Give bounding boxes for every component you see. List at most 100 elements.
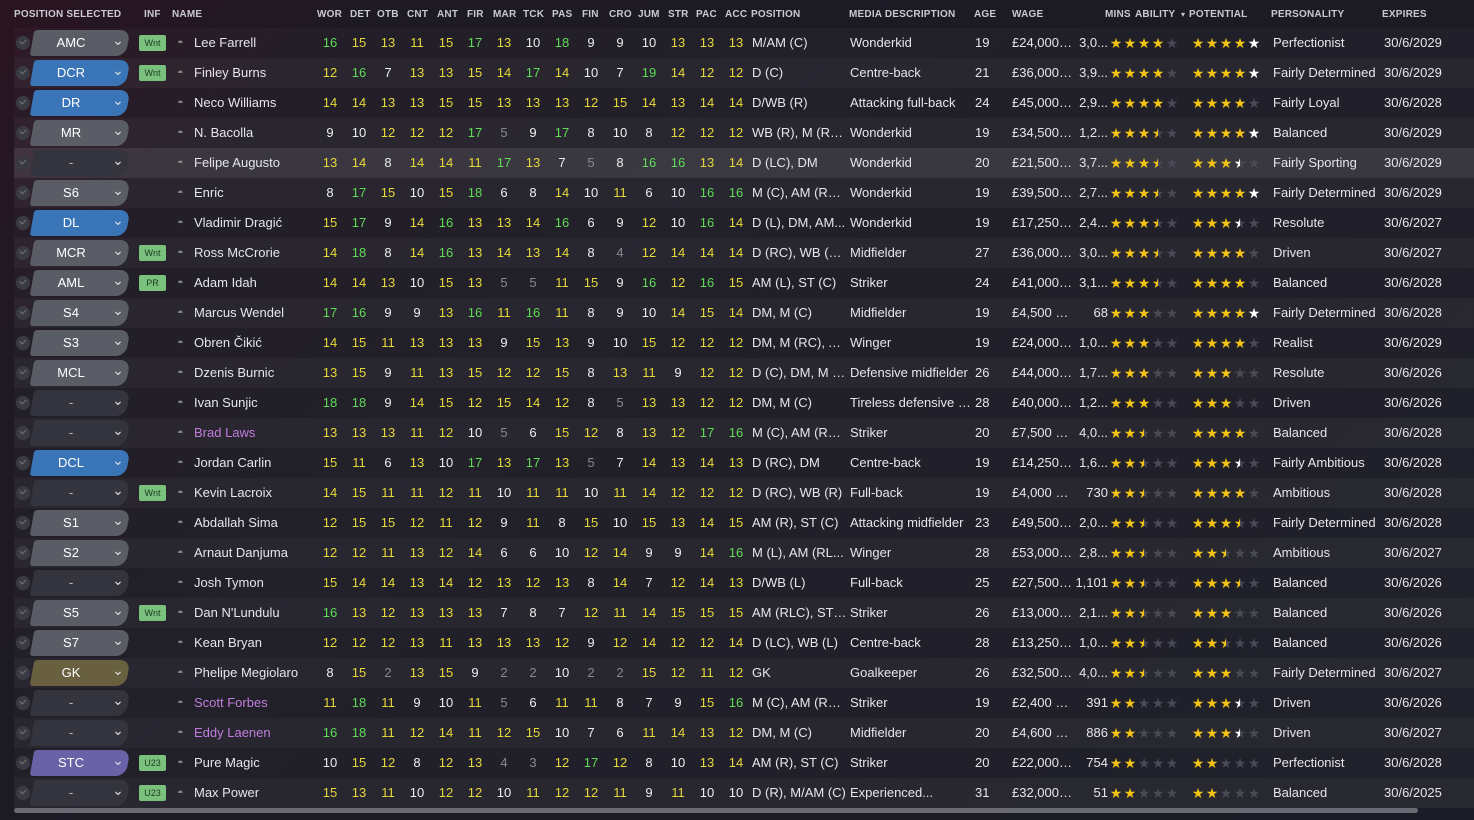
table-row[interactable]: GK ⌄ ◓ Phelipe Megiolaro 8 15 2 13 15 9 2 2 10 2 2 15 12… — [14, 658, 1474, 688]
horizontal-scrollbar[interactable] — [14, 808, 1418, 813]
table-row[interactable]: S7 ⌄ ◓ Kean Bryan 12 12 12 13 11 13 13 13 12 9 12 14 12 1… — [14, 628, 1474, 658]
table-row[interactable]: - ⌄ ◓ Josh Tymon 15 14 14 13 14 12 13 12 13 8 14 7 12 14 1… — [14, 568, 1474, 598]
header-fir[interactable]: FIR — [467, 9, 484, 20]
header-potential[interactable]: POTENTIAL — [1189, 9, 1247, 20]
select-row-checkbox[interactable] — [16, 756, 30, 770]
header-jum[interactable]: JUM — [638, 9, 660, 20]
chevron-down-icon[interactable]: ⌄ — [112, 58, 124, 88]
header-cnt[interactable]: CNT — [407, 9, 428, 20]
header-wage[interactable]: WAGE — [1012, 9, 1043, 20]
table-row[interactable]: MCL ⌄ ◓ Dzenis Burnic 13 15 9 11 13 15 12 12 15 8 13 11… — [14, 358, 1474, 388]
chevron-down-icon[interactable]: ⌄ — [112, 358, 124, 388]
select-row-checkbox[interactable] — [16, 726, 30, 740]
header-tck[interactable]: TCK — [523, 9, 544, 20]
chevron-down-icon[interactable]: ⌄ — [112, 748, 124, 778]
player-name-link[interactable]: Vladimir Dragić — [194, 208, 324, 238]
table-row[interactable]: MCR ⌄ Wnt ◓ Ross McCrorie 14 18 8 14 16 13 14 13 14 8 4… — [14, 238, 1474, 268]
select-row-checkbox[interactable] — [16, 366, 30, 380]
chevron-down-icon[interactable]: ⌄ — [112, 628, 124, 658]
player-name-link[interactable]: Marcus Wendel — [194, 298, 324, 328]
chevron-down-icon[interactable]: ⌄ — [112, 448, 124, 478]
table-row[interactable]: AMC ⌄ Wnt ◓ Lee Farrell 16 15 13 11 15 17 13 10 18 9 9 1… — [14, 28, 1474, 58]
player-name-link[interactable]: Neco Williams — [194, 88, 324, 118]
select-row-checkbox[interactable] — [16, 576, 30, 590]
select-row-checkbox[interactable] — [16, 666, 30, 680]
header-cro[interactable]: CRO — [609, 9, 632, 20]
player-name-link[interactable]: Obren Čikić — [194, 328, 324, 358]
select-row-checkbox[interactable] — [16, 516, 30, 530]
chevron-down-icon[interactable]: ⌄ — [112, 778, 124, 808]
select-row-checkbox[interactable] — [16, 396, 30, 410]
select-row-checkbox[interactable] — [16, 156, 30, 170]
select-row-checkbox[interactable] — [16, 426, 30, 440]
player-name-link[interactable]: Ross McCrorie — [194, 238, 324, 268]
header-ant[interactable]: ANT — [437, 9, 458, 20]
header-inf[interactable]: INF — [144, 9, 161, 20]
table-row[interactable]: - ⌄ ◓ Eddy Laenen 16 18 11 12 14 11 12 15 10 7 6 11 14 13… — [14, 718, 1474, 748]
player-name-link[interactable]: Kevin Lacroix — [194, 478, 324, 508]
select-row-checkbox[interactable] — [16, 66, 30, 80]
chevron-down-icon[interactable]: ⌄ — [112, 538, 124, 568]
header-str[interactable]: STR — [668, 9, 689, 20]
chevron-down-icon[interactable]: ⌄ — [112, 388, 124, 418]
table-row[interactable]: - ⌄ Wnt ◓ Kevin Lacroix 14 15 11 11 12 11 10 11 11 10 1… — [14, 478, 1474, 508]
header-pac[interactable]: PAC — [696, 9, 717, 20]
select-row-checkbox[interactable] — [16, 186, 30, 200]
table-row[interactable]: - ⌄ ◓ Brad Laws 13 13 13 11 12 10 5 6 15 12 8 13 12 17 16 M… — [14, 418, 1474, 448]
player-name-link[interactable]: Brad Laws — [194, 418, 324, 448]
chevron-down-icon[interactable]: ⌄ — [112, 148, 124, 178]
header-ability[interactable]: ABILITY — [1135, 9, 1175, 20]
select-row-checkbox[interactable] — [16, 606, 30, 620]
table-row[interactable]: - ⌄ U23 ◓ Max Power 15 13 11 10 12 12 10 11 12 12 11 9 11… — [14, 778, 1474, 808]
select-row-checkbox[interactable] — [16, 276, 30, 290]
player-name-link[interactable]: Abdallah Sima — [194, 508, 324, 538]
table-row[interactable]: - ⌄ ◓ Scott Forbes 11 18 11 9 10 11 5 6 11 11 8 7 9 15 16 M… — [14, 688, 1474, 718]
select-row-checkbox[interactable] — [16, 486, 30, 500]
player-name-link[interactable]: Phelipe Megiolaro — [194, 658, 324, 688]
table-row[interactable]: S1 ⌄ ◓ Abdallah Sima 12 15 15 12 11 12 9 11 8 15 10 15 1… — [14, 508, 1474, 538]
select-row-checkbox[interactable] — [16, 696, 30, 710]
select-row-checkbox[interactable] — [16, 216, 30, 230]
header-mar[interactable]: MAR — [493, 9, 516, 20]
select-row-checkbox[interactable] — [16, 246, 30, 260]
chevron-down-icon[interactable]: ⌄ — [112, 568, 124, 598]
header-media-description[interactable]: MEDIA DESCRIPTION — [849, 9, 955, 20]
player-name-link[interactable]: Dan N'Lundulu — [194, 598, 324, 628]
header-name[interactable]: NAME — [172, 9, 202, 20]
table-row[interactable]: DL ⌄ ◓ Vladimir Dragić 15 17 9 14 16 13 13 14 16 6 9 12… — [14, 208, 1474, 238]
table-row[interactable]: MR ⌄ ◓ N. Bacolla 9 10 12 12 12 17 5 9 17 8 10 8 12 12 12 W… — [14, 118, 1474, 148]
player-name-link[interactable]: Enric — [194, 178, 324, 208]
chevron-down-icon[interactable]: ⌄ — [112, 328, 124, 358]
chevron-down-icon[interactable]: ⌄ — [112, 178, 124, 208]
table-row[interactable]: S5 ⌄ Wnt ◓ Dan N'Lundulu 16 13 12 13 13 13 7 8 7 12 11 1… — [14, 598, 1474, 628]
chevron-down-icon[interactable]: ⌄ — [112, 118, 124, 148]
table-row[interactable]: STC ⌄ U23 ◓ Pure Magic 10 15 12 8 12 13 4 3 12 17 12 8 10… — [14, 748, 1474, 778]
header-pas[interactable]: PAS — [552, 9, 572, 20]
player-name-link[interactable]: Scott Forbes — [194, 688, 324, 718]
table-row[interactable]: - ⌄ ◓ Felipe Augusto 13 14 8 14 14 11 17 13 7 5 8 16 16 1… — [14, 148, 1474, 178]
player-name-link[interactable]: Max Power — [194, 778, 324, 808]
player-name-link[interactable]: N. Bacolla — [194, 118, 324, 148]
header-age[interactable]: AGE — [974, 9, 996, 20]
select-row-checkbox[interactable] — [16, 546, 30, 560]
chevron-down-icon[interactable]: ⌄ — [112, 508, 124, 538]
player-name-link[interactable]: Felipe Augusto — [194, 148, 324, 178]
chevron-down-icon[interactable]: ⌄ — [112, 718, 124, 748]
table-row[interactable]: DR ⌄ ◓ Neco Williams 14 14 13 13 15 15 13 13 13 12 15 1… — [14, 88, 1474, 118]
player-name-link[interactable]: Ivan Sunjic — [194, 388, 324, 418]
player-name-link[interactable]: Kean Bryan — [194, 628, 324, 658]
chevron-down-icon[interactable]: ⌄ — [112, 88, 124, 118]
table-row[interactable]: S3 ⌄ ◓ Obren Čikić 14 15 11 13 13 13 9 15 13 9 10 15 12 1… — [14, 328, 1474, 358]
select-row-checkbox[interactable] — [16, 636, 30, 650]
select-row-checkbox[interactable] — [16, 96, 30, 110]
header-fin[interactable]: FIN — [582, 9, 599, 20]
table-row[interactable]: - ⌄ ◓ Ivan Sunjic 18 18 9 14 15 12 15 14 12 8 5 13 13 12 1… — [14, 388, 1474, 418]
chevron-down-icon[interactable]: ⌄ — [112, 418, 124, 448]
chevron-down-icon[interactable]: ⌄ — [112, 298, 124, 328]
player-name-link[interactable]: Dzenis Burnic — [194, 358, 324, 388]
header-position-selected[interactable]: POSITION SELECTED — [14, 9, 121, 20]
header-det[interactable]: DET — [350, 9, 371, 20]
player-name-link[interactable]: Josh Tymon — [194, 568, 324, 598]
header-personality[interactable]: PERSONALITY — [1271, 9, 1344, 20]
player-name-link[interactable]: Finley Burns — [194, 58, 324, 88]
